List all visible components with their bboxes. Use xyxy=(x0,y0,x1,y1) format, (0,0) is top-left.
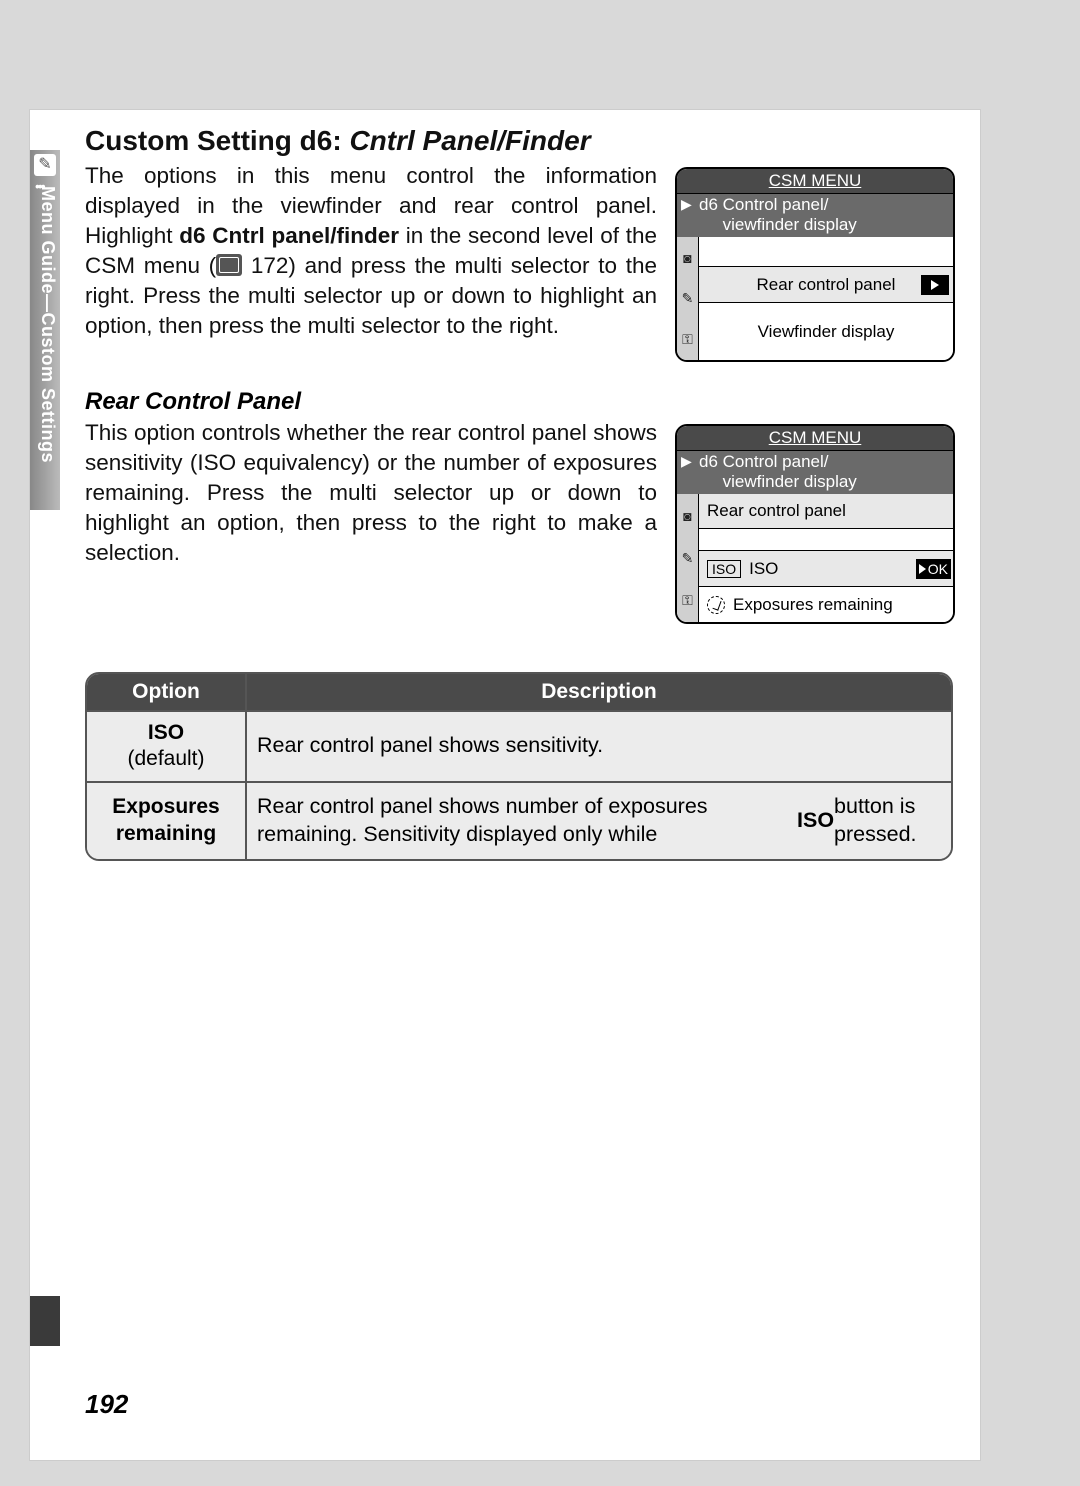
play-icon: ▶ xyxy=(681,195,699,234)
lcd-screenshot-submenu: CSM MENU ▶ d6 Control panel/ viewfinder … xyxy=(675,424,955,624)
table-header: Option Description xyxy=(87,674,951,710)
table-header-description: Description xyxy=(247,674,951,710)
table-cell-option: Exposures remaining xyxy=(87,783,247,859)
subsection-paragraph: This option controls whether the rear co… xyxy=(85,418,657,568)
lcd-screenshot-menu: CSM MENU ▶ d6 Control panel/ viewfinder … xyxy=(675,167,955,362)
lcd-option-rear-panel: Rear control panel xyxy=(699,266,953,302)
option-name: ISO xyxy=(148,721,184,744)
lcd-icon-column: ◙ ✎ ⚿ xyxy=(677,494,699,622)
iso-badge: ISO xyxy=(707,560,741,578)
lcd-sub-line: viewfinder display xyxy=(723,472,857,491)
pencil-icon: ✎ xyxy=(34,154,56,176)
desc-text: Rear control panel shows number of expos… xyxy=(257,793,797,849)
page-number: 192 xyxy=(85,1389,128,1420)
lcd-sub-line: Control panel/ xyxy=(723,452,829,471)
subsection-row: This option controls whether the rear co… xyxy=(85,418,955,624)
pencil-icon: ✎ xyxy=(677,278,698,319)
side-tab-label: Menu Guide—Custom Settings xyxy=(32,186,58,506)
lcd-row-spacer xyxy=(699,237,953,266)
key-icon: ⚿ xyxy=(677,319,698,360)
camera-icon: ◙ xyxy=(677,494,698,537)
intro-row: The options in this menu control the inf… xyxy=(85,161,955,362)
lcd-option-label: Rear control panel xyxy=(757,275,896,295)
lcd-caption-row: Rear control panel xyxy=(699,494,953,528)
lcd-body: ◙ ✎ ⚿ Rear control panel ISO ISO OK xyxy=(677,494,953,622)
table-row: Exposures remaining Rear control panel s… xyxy=(87,781,951,859)
lcd-sub-text: d6 Control panel/ viewfinder display xyxy=(699,452,857,491)
desc-bold: ISO xyxy=(797,807,834,835)
lcd-rows: Rear control panel ISO ISO OK Exposures … xyxy=(699,494,953,622)
pencil-icon: ✎ xyxy=(677,537,698,580)
option-name: Exposures remaining xyxy=(93,794,239,847)
subsection-heading: Rear Control Panel xyxy=(85,388,955,416)
lcd-rows: Rear control panel Viewfinder display xyxy=(699,237,953,360)
lcd-option-label: Exposures remaining xyxy=(733,595,893,615)
triangle-right-icon xyxy=(921,275,949,295)
setting-code: d6 xyxy=(699,452,718,471)
lcd-option-label: Viewfinder display xyxy=(758,322,895,342)
thumb-tab xyxy=(30,1296,60,1346)
play-icon: ▶ xyxy=(681,452,699,491)
menu-item-bold: d6 Cntrl panel/finder xyxy=(179,223,399,248)
options-table: Option Description ISO (default) Rear co… xyxy=(85,672,953,860)
option-default: (default) xyxy=(127,747,204,770)
key-icon: ⚿ xyxy=(677,580,698,623)
table-cell-description: Rear control panel shows sensitivity. xyxy=(247,712,951,781)
exposures-icon xyxy=(707,596,725,614)
setting-code: d6 xyxy=(699,195,718,214)
manual-page: ✎ ••• Menu Guide—Custom Settings Custom … xyxy=(30,110,980,1460)
intro-paragraph: The options in this menu control the inf… xyxy=(85,161,657,341)
lcd-option-iso: ISO ISO OK xyxy=(699,550,953,586)
table-header-option: Option xyxy=(87,674,247,710)
lcd-subtitle: ▶ d6 Control panel/ viewfinder display xyxy=(677,194,953,237)
lcd-sub-line: viewfinder display xyxy=(723,215,857,234)
lcd-icon-column: ◙ ✎ ⚿ xyxy=(677,237,699,360)
lcd-title: CSM MENU xyxy=(677,426,953,451)
ok-indicator: OK xyxy=(916,559,951,579)
camera-icon: ◙ xyxy=(677,237,698,278)
lcd-option-exposures: Exposures remaining xyxy=(699,586,953,622)
page-reference-icon xyxy=(216,254,242,276)
lcd-body: ◙ ✎ ⚿ Rear control panel Viewfinder disp… xyxy=(677,237,953,360)
lcd-sub-text: d6 Control panel/ viewfinder display xyxy=(699,195,857,234)
title-italic: Cntrl Panel/Finder xyxy=(349,125,590,156)
desc-text: button is pressed. xyxy=(834,793,941,849)
lcd-caption: Rear control panel xyxy=(707,501,846,521)
lcd-row-spacer xyxy=(699,528,953,551)
page-content: Custom Setting d6: Cntrl Panel/Finder Th… xyxy=(85,125,955,861)
lcd-option-viewfinder: Viewfinder display xyxy=(699,302,953,360)
lcd-subtitle: ▶ d6 Control panel/ viewfinder display xyxy=(677,451,953,494)
lcd-sub-line: Control panel/ xyxy=(723,195,829,214)
title-text: Custom Setting d6: xyxy=(85,125,349,156)
lcd-title: CSM MENU xyxy=(677,169,953,194)
table-cell-description: Rear control panel shows number of expos… xyxy=(247,783,951,859)
section-title: Custom Setting d6: Cntrl Panel/Finder xyxy=(85,125,955,157)
lcd-option-label: ISO xyxy=(749,559,778,579)
side-tab: ✎ ••• Menu Guide—Custom Settings xyxy=(30,150,60,510)
table-cell-option: ISO (default) xyxy=(87,712,247,781)
table-row: ISO (default) Rear control panel shows s… xyxy=(87,710,951,781)
ok-text: OK xyxy=(928,561,948,577)
